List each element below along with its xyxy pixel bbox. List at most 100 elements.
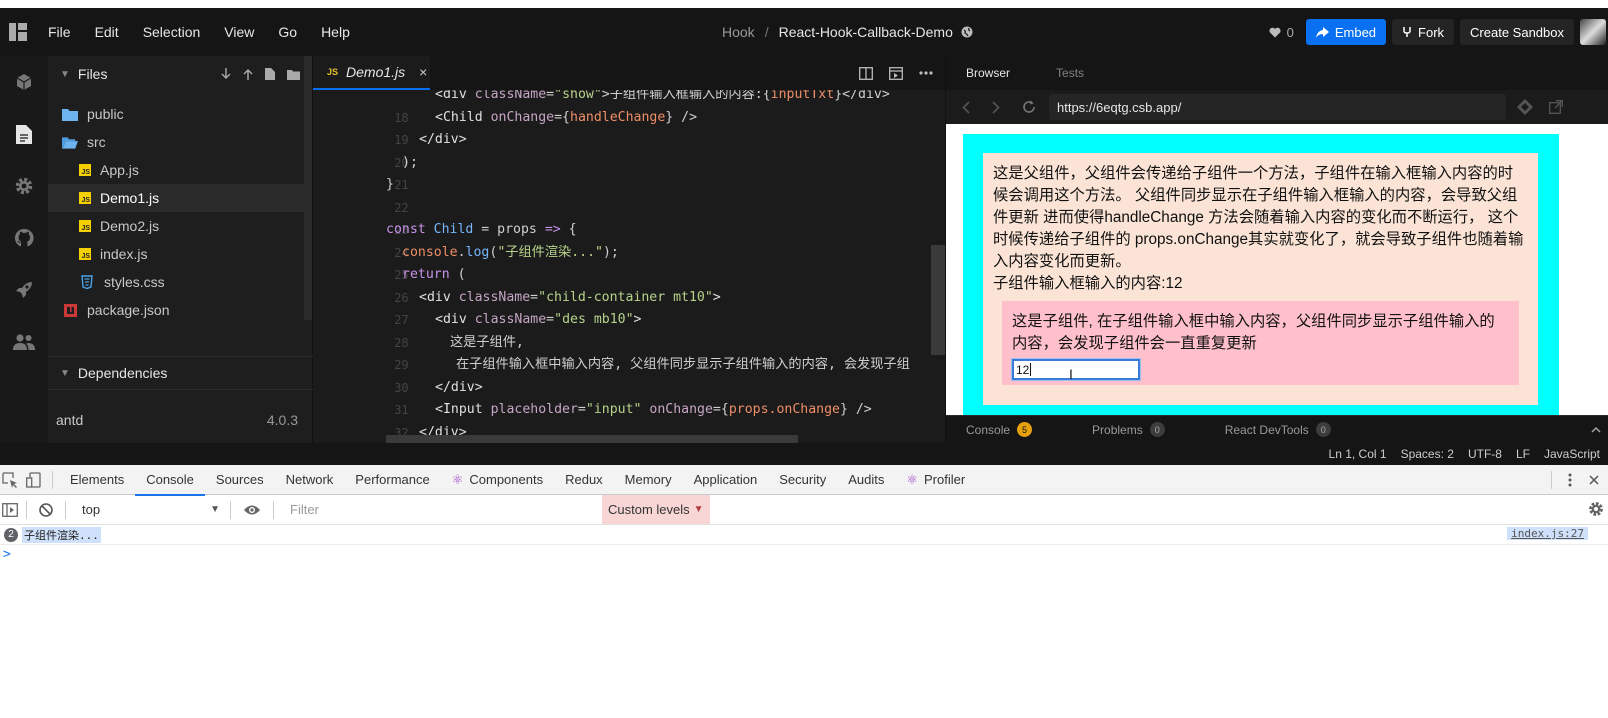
split-editor-icon[interactable] [859, 66, 873, 80]
fork-button[interactable]: Fork [1392, 19, 1455, 45]
file-item-index-js[interactable]: JS index.js [48, 240, 312, 268]
menu-go[interactable]: Go [278, 24, 297, 40]
like-button[interactable]: 0 [1269, 25, 1294, 40]
divider [1551, 471, 1552, 489]
child-input[interactable]: 12 I [1011, 358, 1141, 382]
dependency-row[interactable]: antd 4.0.3 [56, 412, 298, 428]
devtools-toggle-icon[interactable] [1517, 99, 1533, 115]
address-bar[interactable]: https://6eqtg.csb.app/ [1049, 94, 1506, 120]
tab-audits[interactable]: Audits [837, 465, 895, 495]
files-panel-title: Files [77, 66, 108, 82]
line-ending[interactable]: LF [1516, 447, 1530, 461]
console-prompt[interactable]: > [3, 547, 1608, 562]
file-item-app-js[interactable]: JS App.js [48, 156, 312, 184]
github-icon[interactable] [0, 212, 48, 264]
gear-icon[interactable] [1588, 501, 1604, 517]
tab-demo1-js[interactable]: JS Demo1.js × [313, 56, 430, 90]
context-selector[interactable]: top ▼ [76, 500, 224, 520]
chevron-up-icon[interactable] [1591, 426, 1601, 433]
tab-performance[interactable]: Performance [344, 465, 440, 495]
console-log-row[interactable]: 2 子组件渲染... index.js:27 [0, 525, 1608, 545]
files-icon[interactable] [0, 108, 48, 160]
cursor-position[interactable]: Ln 1, Col 1 [1329, 447, 1387, 461]
menu-file[interactable]: File [48, 24, 71, 40]
upload-icon[interactable] [243, 68, 253, 80]
embed-button[interactable]: Embed [1305, 19, 1387, 45]
device-toolbar-icon[interactable] [22, 471, 46, 488]
code-editor: JS Demo1.js × 18 <div className="show">子… [313, 56, 945, 443]
menu-help[interactable]: Help [321, 24, 350, 40]
file-item-package-json[interactable]: package.json [48, 296, 312, 324]
forward-arrow-icon[interactable] [992, 100, 1000, 114]
menu-selection[interactable]: Selection [143, 24, 201, 40]
indentation[interactable]: Spaces: 2 [1401, 447, 1454, 461]
live-users-icon[interactable] [0, 316, 48, 368]
codesandbox-logo-icon[interactable] [0, 8, 36, 56]
more-options-icon[interactable] [919, 71, 933, 75]
explorer-scrollbar[interactable] [304, 56, 312, 320]
user-avatar[interactable] [1580, 19, 1606, 45]
code-area[interactable]: 18 <div className="show">子组件输入框输入的内容:{in… [313, 90, 945, 443]
collapse-triangle-icon[interactable]: ▼ [60, 368, 70, 379]
editor-horizontal-scrollbar[interactable] [386, 435, 798, 443]
log-levels-dropdown[interactable]: Custom levels ▼ [602, 495, 710, 524]
tab-tests[interactable]: Tests [1056, 66, 1084, 80]
back-arrow-icon[interactable] [962, 100, 970, 114]
tab-network[interactable]: Network [275, 465, 345, 495]
tab-problems[interactable]: Problems 0 [1092, 422, 1165, 437]
file-item-demo2-js[interactable]: JS Demo2.js [48, 212, 312, 240]
tab-elements[interactable]: Elements [59, 465, 135, 495]
file-item-public[interactable]: public [48, 100, 312, 128]
tab-react-devtools[interactable]: React DevTools 0 [1225, 422, 1331, 437]
tab-console[interactable]: Console 5 [966, 422, 1033, 437]
collapse-triangle-icon[interactable]: ▼ [60, 69, 70, 80]
sandbox-owner[interactable]: Hook [722, 24, 755, 40]
language-mode[interactable]: JavaScript [1544, 447, 1600, 461]
inspect-element-icon[interactable] [0, 471, 22, 488]
files-panel-header[interactable]: ▼ Files [48, 56, 312, 92]
download-icon[interactable] [221, 68, 231, 80]
tab-application[interactable]: Application [683, 465, 769, 495]
tab-console[interactable]: Console [135, 465, 205, 496]
sidebar-toggle-icon[interactable] [0, 502, 20, 517]
close-icon[interactable] [1582, 475, 1606, 485]
globe-icon[interactable] [961, 26, 973, 38]
file-item-styles-css[interactable]: styles.css [48, 268, 312, 296]
tab-profiler[interactable]: ⚛ Profiler [895, 465, 976, 495]
new-folder-icon[interactable] [287, 69, 300, 80]
kebab-menu-icon[interactable] [1558, 473, 1582, 487]
open-new-window-icon[interactable] [1549, 100, 1563, 114]
file-item-demo1-js[interactable]: JS Demo1.js [48, 184, 312, 212]
encoding[interactable]: UTF-8 [1468, 447, 1502, 461]
divider [65, 500, 66, 519]
tab-sources[interactable]: Sources [205, 465, 275, 495]
code-line: 27 <div className="child-container mt10"… [313, 287, 945, 328]
rocket-deploy-icon[interactable] [0, 264, 48, 316]
clear-console-icon[interactable] [39, 502, 53, 517]
gear-icon[interactable] [0, 160, 48, 212]
eye-icon[interactable] [243, 504, 261, 516]
heart-icon [1269, 27, 1281, 38]
sandbox-name[interactable]: React-Hook-Callback-Demo [779, 24, 953, 40]
js-badge-icon: JS [327, 67, 339, 77]
menu-view[interactable]: View [224, 24, 254, 40]
new-file-icon[interactable] [265, 68, 275, 80]
filter-input[interactable]: Filter [290, 502, 620, 517]
create-sandbox-button[interactable]: Create Sandbox [1460, 19, 1574, 45]
close-icon[interactable]: × [419, 64, 427, 80]
show-input-text: 子组件输入框输入的内容:12 [993, 275, 1183, 292]
dependencies-header[interactable]: ▼ Dependencies [48, 356, 313, 390]
editor-vertical-scrollbar[interactable] [931, 245, 945, 355]
tab-security[interactable]: Security [768, 465, 837, 495]
tab-redux[interactable]: Redux [554, 465, 614, 495]
tab-browser[interactable]: Browser [966, 66, 1010, 80]
tab-components[interactable]: ⚛ Components [441, 465, 554, 495]
file-item-src[interactable]: src [48, 128, 312, 156]
sandbox-info-icon[interactable] [0, 56, 48, 108]
preview-window-icon[interactable] [889, 66, 903, 80]
code-line: 25 console.log("子组件渲染..."); [313, 242, 945, 283]
refresh-icon[interactable] [1022, 100, 1036, 114]
tab-memory[interactable]: Memory [614, 465, 683, 495]
log-source-link[interactable]: index.js:27 [1507, 527, 1588, 540]
menu-edit[interactable]: Edit [95, 24, 119, 40]
